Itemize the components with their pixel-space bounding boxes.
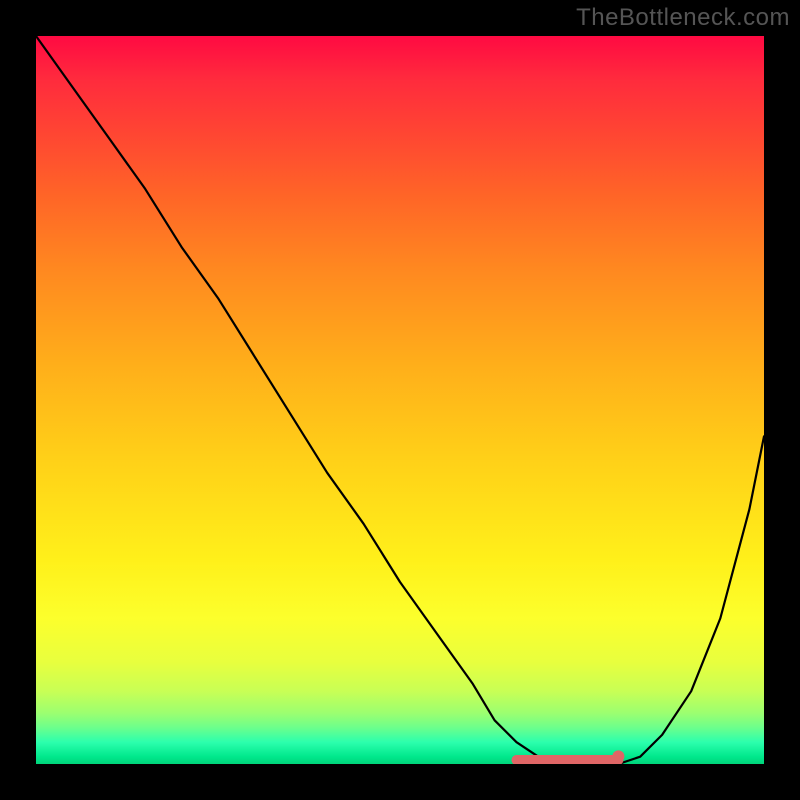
plot-area	[36, 36, 764, 764]
bottleneck-curve	[36, 36, 764, 764]
chart-root: TheBottleneck.com	[0, 0, 800, 800]
watermark: TheBottleneck.com	[576, 4, 790, 32]
